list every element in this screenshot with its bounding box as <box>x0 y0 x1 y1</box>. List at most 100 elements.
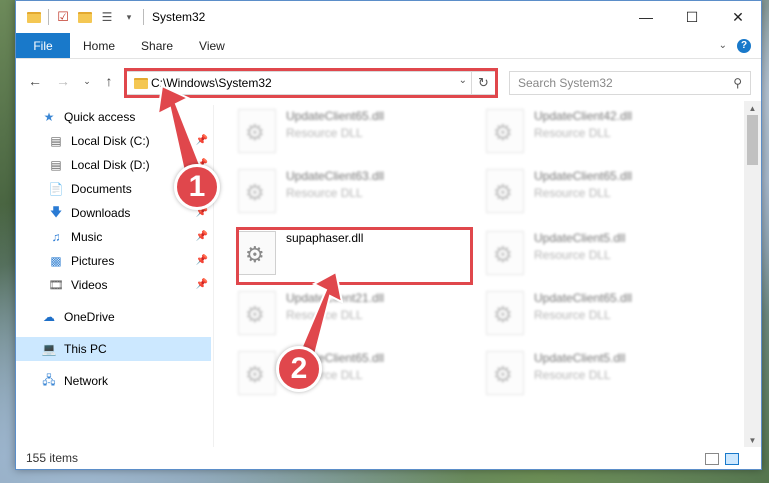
new-folder-icon[interactable] <box>77 9 93 25</box>
navigation-pane: ★ Quick access ▤ Local Disk (C:) 📌 ▤ Loc… <box>16 105 211 447</box>
drive-icon: ▤ <box>50 134 62 148</box>
download-icon: 🡇 <box>49 204 63 219</box>
chevron-down-icon[interactable]: ▾ <box>121 9 137 25</box>
music-icon: ♫ <box>51 230 61 244</box>
sidebar-item-onedrive[interactable]: ☁ OneDrive <box>16 305 211 329</box>
view-toggles <box>705 453 739 465</box>
back-icon[interactable]: ← <box>26 72 44 90</box>
sidebar-item-label: Network <box>64 374 109 388</box>
minimize-button[interactable]: — <box>623 1 669 33</box>
network-icon: 🖧 <box>42 372 56 387</box>
drive-icon: ▤ <box>50 158 62 172</box>
dll-file-icon <box>238 109 276 153</box>
document-icon: 📄 <box>48 182 64 196</box>
file-item[interactable]: UpdateClient65.dll Resource DLL <box>486 289 716 337</box>
star-icon: ★ <box>43 110 55 124</box>
sidebar-item-music[interactable]: ♫ Music 📌 <box>16 225 211 249</box>
tab-home[interactable]: Home <box>70 33 128 58</box>
search-input[interactable]: Search System32 ⚲ <box>509 71 751 95</box>
file-type: Resource DLL <box>534 368 611 382</box>
dll-file-icon <box>238 291 276 335</box>
pin-icon[interactable]: 📌 <box>196 135 208 146</box>
tab-view[interactable]: View <box>186 33 238 58</box>
file-explorer-window: ☑ ☰ ▾ System32 — ☐ ✕ File Home Share Vie… <box>15 0 762 470</box>
navigation-bar: ← → ⌄ ↑ C:\Windows\System32 ⌄ ↻ Search S… <box>16 63 761 99</box>
pin-icon[interactable]: 📌 <box>196 255 208 266</box>
dll-file-icon <box>486 169 524 213</box>
maximize-button[interactable]: ☐ <box>669 1 715 33</box>
pin-icon[interactable]: 📌 <box>196 231 208 242</box>
details-view-icon[interactable] <box>705 453 719 465</box>
file-type: Resource DLL <box>534 248 611 262</box>
pin-icon[interactable]: 📌 <box>196 279 208 290</box>
tiles-view-icon[interactable] <box>725 453 739 465</box>
file-name: UpdateClient63.dll <box>286 169 385 183</box>
expand-ribbon-icon[interactable]: ⌄ <box>719 40 727 51</box>
dll-file-icon <box>486 231 524 275</box>
close-button[interactable]: ✕ <box>715 1 761 33</box>
pane-divider <box>213 105 214 447</box>
dll-file-icon <box>238 169 276 213</box>
scrollbar-thumb[interactable] <box>747 115 758 165</box>
file-item[interactable]: UpdateClient63.dll Resource DLL <box>238 167 468 215</box>
item-count: 155 items <box>26 451 79 465</box>
file-item[interactable]: UpdateClient21.dll Resource DLL <box>238 289 468 337</box>
file-type: Resource DLL <box>534 126 611 140</box>
file-name: UpdateClient42.dll <box>534 109 633 123</box>
tab-file[interactable]: File <box>16 33 70 58</box>
customize-icon[interactable]: ☰ <box>99 9 115 25</box>
sidebar-item-quick-access[interactable]: ★ Quick access <box>16 105 211 129</box>
file-type: Resource DLL <box>534 186 611 200</box>
file-type: Resource DLL <box>286 308 363 322</box>
file-name: UpdateClient65.dll <box>534 291 633 305</box>
sidebar-item-label: Videos <box>71 278 108 292</box>
search-placeholder: Search System32 <box>518 76 613 90</box>
tab-share[interactable]: Share <box>128 33 186 58</box>
search-icon: ⚲ <box>733 76 742 90</box>
sidebar-item-this-pc[interactable]: 💻 This PC <box>16 337 211 361</box>
address-highlight-box <box>124 68 498 98</box>
help-icon[interactable]: ? <box>737 38 751 53</box>
step-2-badge: 2 <box>276 346 322 392</box>
scroll-down-icon[interactable]: ▼ <box>744 433 761 447</box>
folder-icon <box>26 9 42 25</box>
dll-file-icon <box>238 351 276 395</box>
sidebar-item-videos[interactable]: 🎞 Videos 📌 <box>16 273 211 297</box>
sidebar-item-label: Local Disk (D:) <box>71 158 150 172</box>
cloud-icon: ☁ <box>43 310 55 324</box>
title-bar: ☑ ☰ ▾ System32 — ☐ ✕ <box>16 1 761 33</box>
sidebar-item-label: Pictures <box>71 254 115 268</box>
sidebar-item-local-disk-c[interactable]: ▤ Local Disk (C:) 📌 <box>16 129 211 153</box>
file-type: Resource DLL <box>286 126 363 140</box>
forward-icon[interactable]: → <box>54 72 72 90</box>
status-bar: 155 items <box>16 447 761 469</box>
sidebar-item-label: Music <box>71 230 103 244</box>
file-name: UpdateClient5.dll <box>534 351 626 365</box>
sidebar-item-label: Local Disk (C:) <box>71 134 150 148</box>
file-type: Resource DLL <box>534 308 611 322</box>
file-item[interactable]: UpdateClient65.dllResource DLL <box>238 107 468 155</box>
video-icon: 🎞 <box>48 278 64 292</box>
sidebar-item-pictures[interactable]: ▩ Pictures 📌 <box>16 249 211 273</box>
file-item[interactable]: UpdateClient5.dll Resource DLL <box>486 229 716 277</box>
properties-icon[interactable]: ☑ <box>55 9 71 25</box>
file-item[interactable]: UpdateClient42.dll Resource DLL <box>486 107 716 155</box>
file-type: Resource DLL <box>286 186 363 200</box>
file-item[interactable]: UpdateClient5.dll Resource DLL <box>486 349 716 397</box>
pictures-icon: ▩ <box>50 254 62 268</box>
ribbon-tabs: File Home Share View ⌄ ? <box>16 33 761 59</box>
up-icon[interactable]: ↑ <box>100 72 118 90</box>
file-highlight-box <box>236 227 473 285</box>
scroll-up-icon[interactable]: ▲ <box>744 101 761 115</box>
file-item[interactable]: UpdateClient65.dllResource DLL <box>238 349 468 397</box>
recent-locations-icon[interactable]: ⌄ <box>78 72 96 90</box>
file-item[interactable]: UpdateClient65.dll Resource DLL <box>486 167 716 215</box>
sidebar-item-label: This PC <box>64 342 107 356</box>
vertical-scrollbar[interactable]: ▲ ▼ <box>744 101 761 447</box>
step-1-badge: 1 <box>174 164 220 210</box>
sidebar-item-label: Quick access <box>64 110 136 124</box>
file-name: UpdateClient65.dll <box>534 169 633 183</box>
computer-icon: 💻 <box>41 342 57 356</box>
sidebar-item-network[interactable]: 🖧 Network <box>16 369 211 393</box>
